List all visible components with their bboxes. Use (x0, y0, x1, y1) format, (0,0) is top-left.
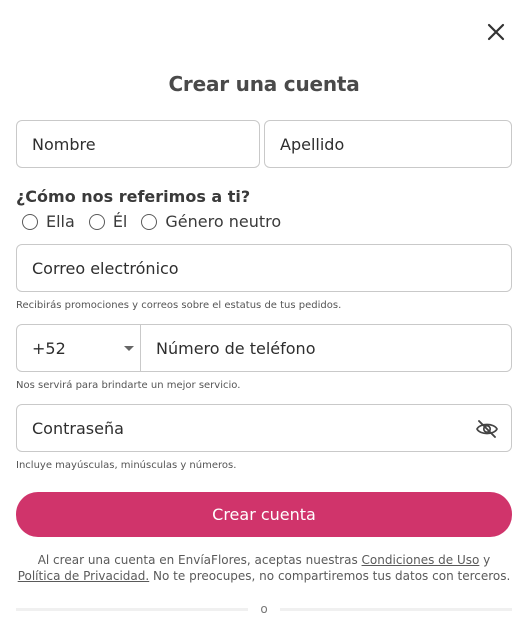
divider-right (280, 608, 512, 611)
terms-prefix: Al crear una cuenta en EnvíaFlores, acep… (37, 553, 358, 567)
terms-suffix: No te preocupes, no compartiremos tus da… (153, 569, 511, 583)
email-helper-text: Recibirás promociones y correos sobre el… (16, 300, 342, 311)
pronoun-option-label: Ella (46, 212, 75, 231)
email-input[interactable] (32, 258, 511, 278)
terms-of-use-link[interactable]: Condiciones de Uso (362, 553, 480, 567)
country-code-value: +52 (32, 338, 66, 358)
chevron-down-icon (124, 346, 134, 351)
pronoun-option-neutral[interactable]: Género neutro (141, 212, 281, 231)
email-field[interactable] (16, 244, 512, 292)
last-name-field[interactable] (264, 120, 512, 168)
pronoun-question: ¿Cómo nos referimos a ti? (16, 187, 251, 206)
create-account-button[interactable]: Crear cuenta (16, 492, 512, 537)
last-name-input[interactable] (280, 134, 511, 154)
phone-field[interactable] (140, 324, 512, 372)
password-helper-text: Incluye mayúsculas, minúsculas y números… (16, 460, 237, 471)
close-button[interactable] (484, 20, 508, 44)
privacy-policy-link[interactable]: Política de Privacidad. (18, 569, 150, 583)
pronoun-radio-group: Ella Él Género neutro (22, 212, 295, 231)
close-icon (487, 23, 505, 41)
radio-circle-icon[interactable] (88, 213, 105, 230)
password-field[interactable] (16, 404, 512, 452)
pronoun-option-el[interactable]: Él (88, 212, 128, 231)
radio-circle-icon[interactable] (22, 213, 38, 230)
country-code-select[interactable]: +52 (16, 324, 141, 372)
radio-circle-icon[interactable] (141, 213, 158, 230)
phone-helper-text: Nos servirá para brindarte un mejor serv… (16, 380, 241, 391)
terms-and: y (483, 553, 491, 567)
first-name-input[interactable] (32, 134, 259, 154)
first-name-field[interactable] (16, 120, 260, 168)
pronoun-option-label: Género neutro (165, 212, 282, 231)
pronoun-option-ella[interactable]: Ella (22, 212, 75, 231)
terms-text: Al crear una cuenta en EnvíaFlores, acep… (10, 552, 518, 584)
phone-input[interactable] (156, 338, 511, 358)
divider-left (16, 608, 248, 611)
dialog-title: Crear una cuenta (168, 72, 360, 96)
pronoun-option-label: Él (112, 212, 128, 231)
divider-text: o (260, 602, 268, 616)
eye-off-icon[interactable] (475, 417, 499, 441)
password-input[interactable] (32, 418, 511, 438)
